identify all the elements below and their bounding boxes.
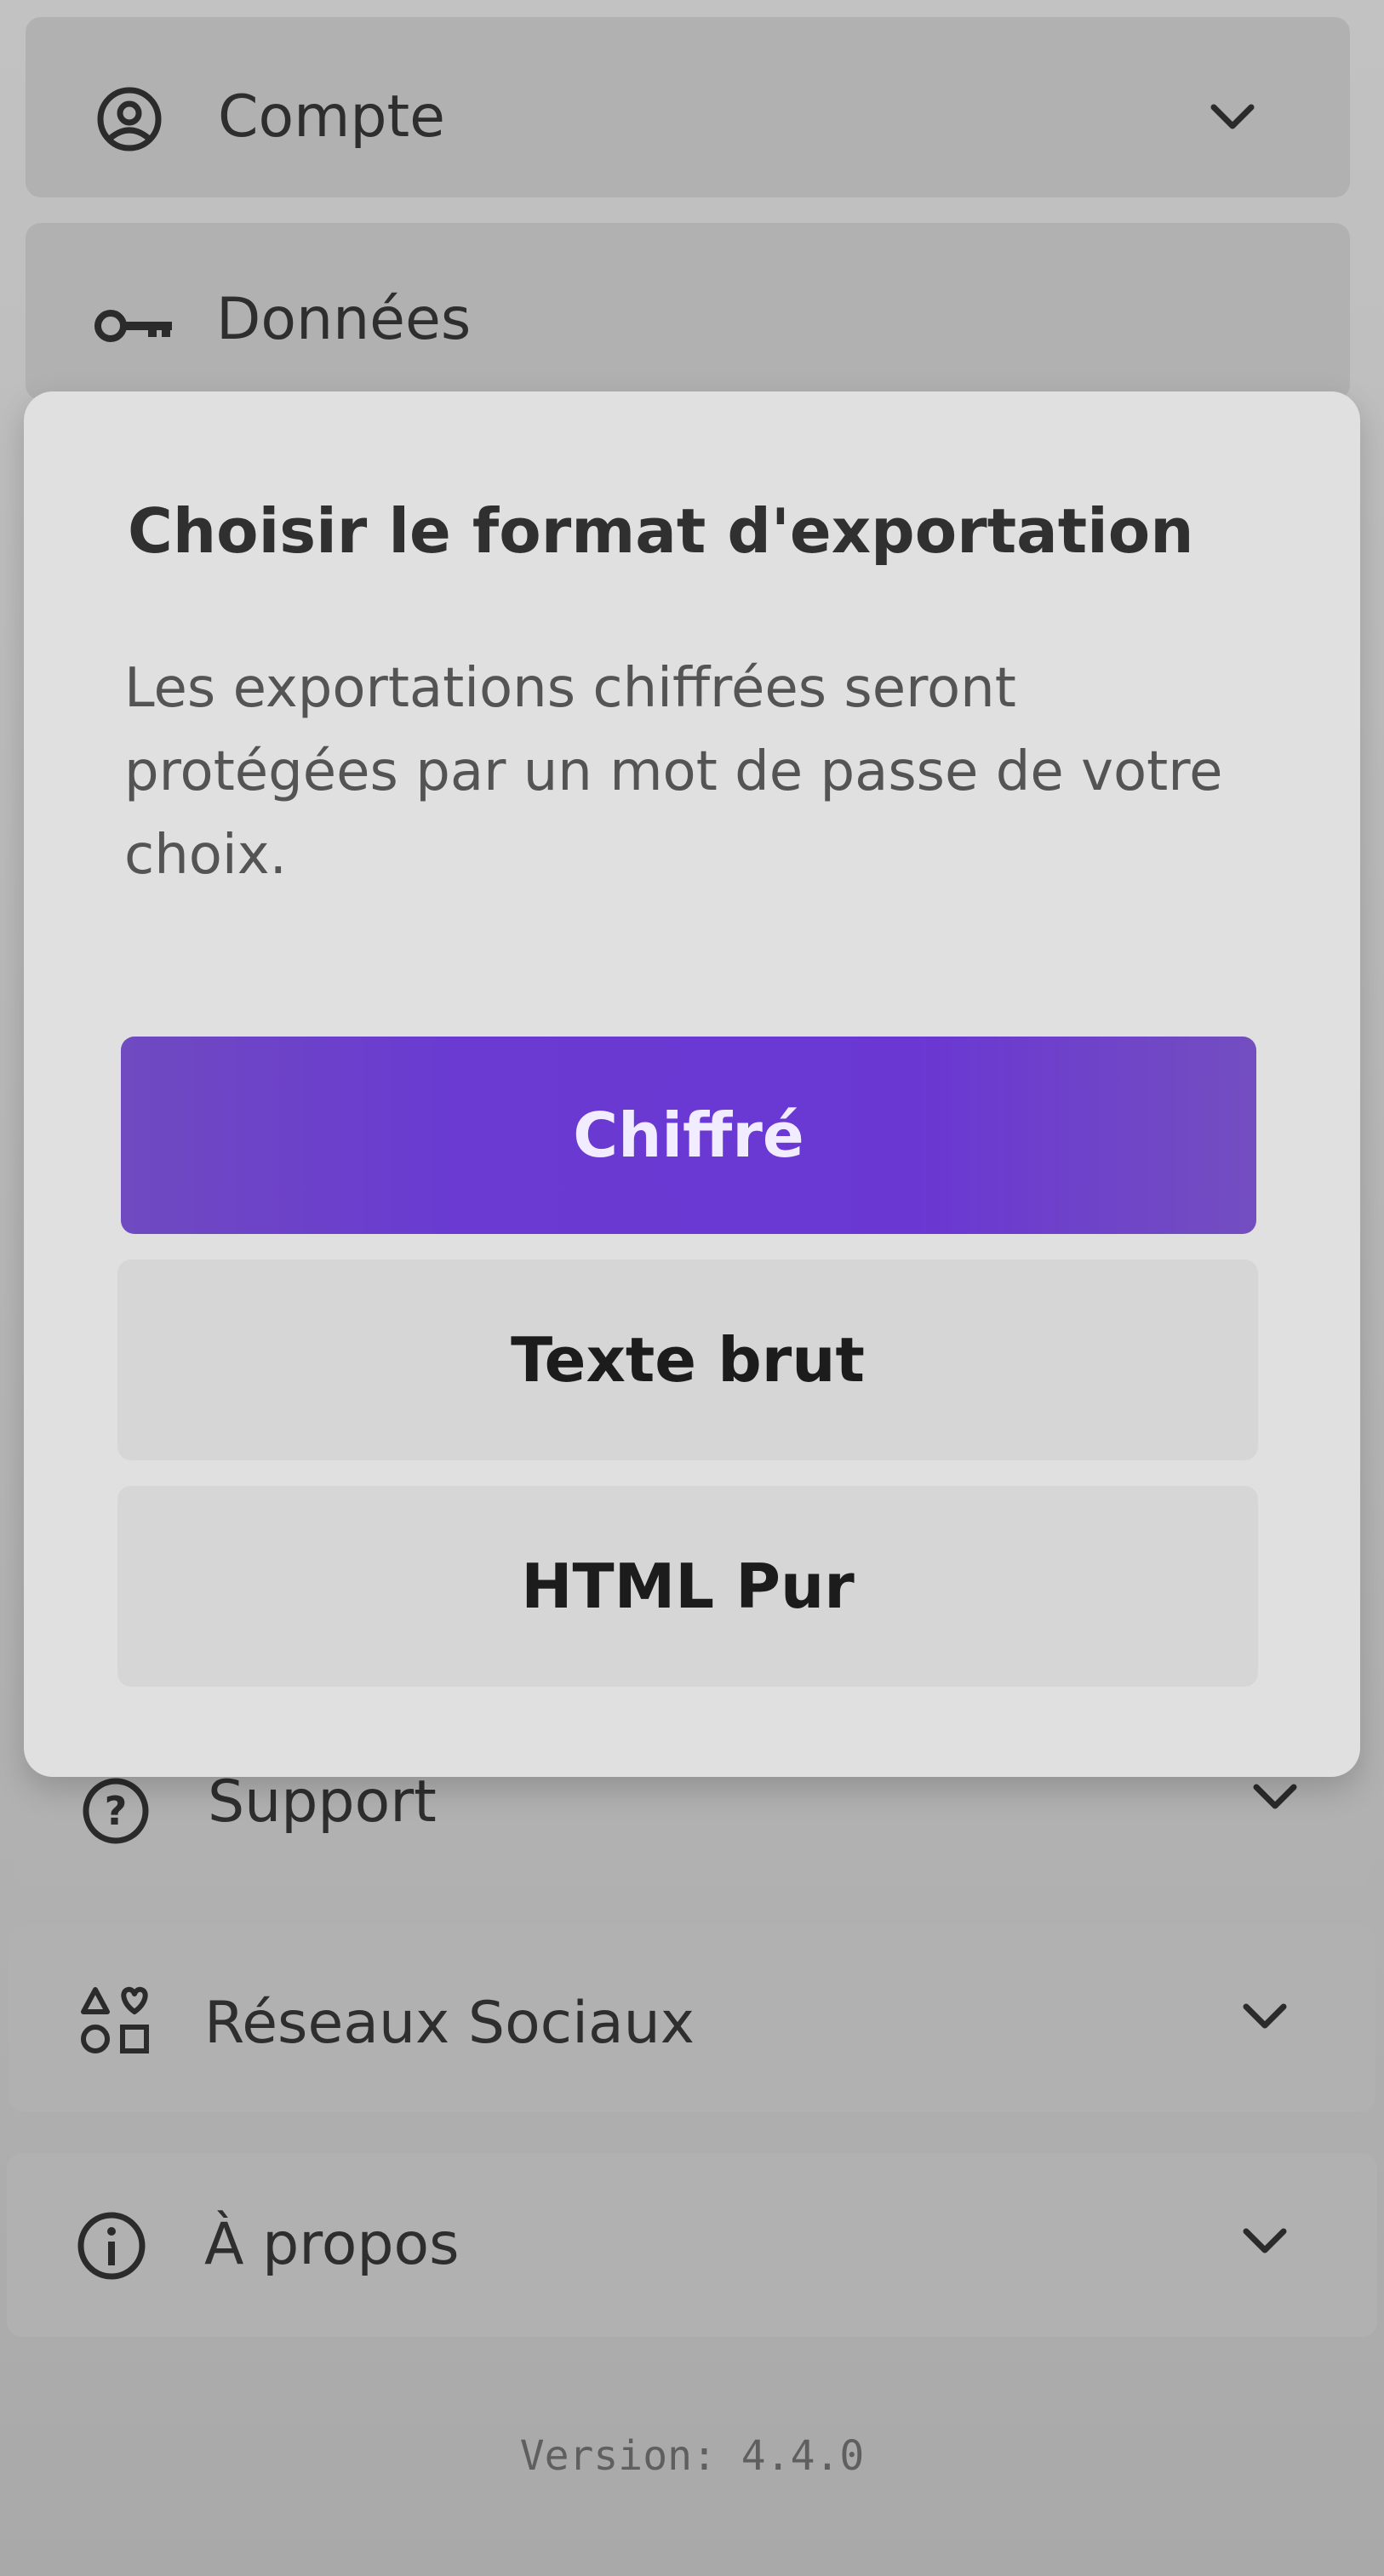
section-compte[interactable]: Compte [26,17,1350,197]
chevron-down-icon[interactable] [1250,1780,1301,1814]
account-circle-icon [97,87,162,151]
section-donnees-label: Données [216,286,472,353]
section-reseaux-sociaux[interactable]: Réseaux Sociaux [9,1925,1375,2112]
dialog-message: Les exportations chiffrées seront protég… [124,657,1223,887]
encrypted-export-button[interactable]: Chiffré [121,1037,1256,1234]
section-support-label: Support [208,1768,437,1836]
chevron-down-icon[interactable] [1207,100,1258,134]
section-reseaux-sociaux-label: Réseaux Sociaux [204,1990,695,2057]
settings-page: Compte Données ? Support Réseaux Sociaux… [0,0,1384,2576]
section-support[interactable]: ? Support [14,1762,1370,1886]
section-donnees[interactable]: Données [26,223,1350,400]
export-format-dialog: Choisir le format d'exportation Les expo… [24,391,1360,1777]
section-a-propos-label: À propos [204,2211,460,2278]
section-compte-label: Compte [218,83,445,151]
social-shapes-icon [81,1986,149,2053]
chevron-down-icon[interactable] [1239,2225,1290,2259]
version-text: Version: 4.4.0 [519,2432,865,2480]
section-a-propos[interactable]: À propos [7,2153,1377,2337]
dialog-title: Choisir le format d'exportation [128,495,1194,567]
plain-text-export-button[interactable]: Texte brut [117,1259,1258,1460]
info-circle-icon [77,2212,146,2280]
help-circle-icon: ? [83,1778,149,1844]
chevron-down-icon[interactable] [1239,2000,1290,2034]
html-export-button[interactable]: HTML Pur [117,1486,1258,1687]
key-icon [94,310,172,342]
svg-text:?: ? [105,1788,128,1834]
